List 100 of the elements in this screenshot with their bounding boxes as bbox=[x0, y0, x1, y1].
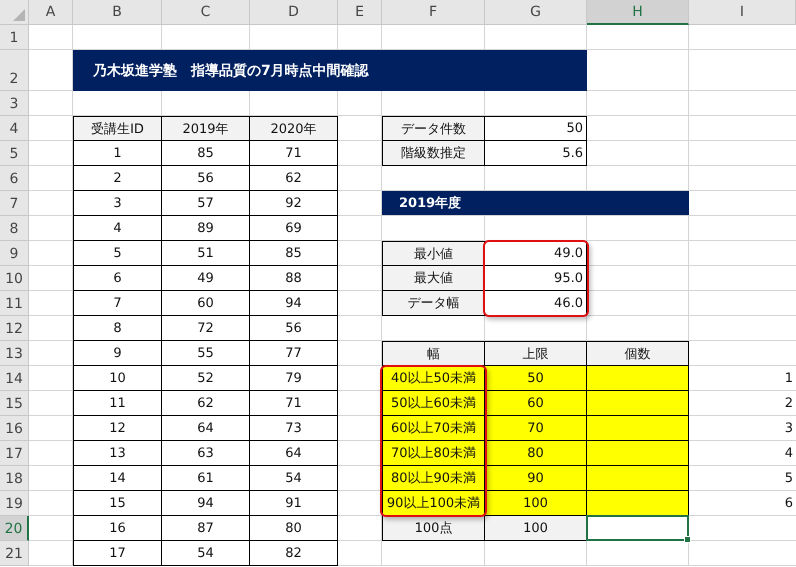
row-header[interactable]: 18 bbox=[0, 466, 29, 491]
column-header[interactable]: H bbox=[587, 0, 689, 25]
row-header[interactable]: 21 bbox=[0, 541, 29, 566]
column-header[interactable]: G bbox=[485, 0, 587, 25]
table-cell: 57 bbox=[162, 191, 250, 216]
table-cell: 79 bbox=[250, 366, 338, 391]
table-cell: 10 bbox=[73, 366, 162, 391]
table-cell: 49.0 bbox=[485, 241, 587, 266]
table-cell: 50 bbox=[485, 366, 587, 391]
section-banner: 2019年度 bbox=[382, 191, 689, 215]
table-cell: 17 bbox=[73, 541, 162, 566]
row-label: 階級数推定 bbox=[382, 141, 485, 166]
table-cell: 94 bbox=[162, 491, 250, 516]
table-cell: 12 bbox=[73, 416, 162, 441]
row-header[interactable]: 4 bbox=[0, 116, 29, 141]
table-cell: 13 bbox=[73, 441, 162, 466]
table-cell: 87 bbox=[162, 516, 250, 541]
cell-value: 2 bbox=[784, 395, 794, 413]
table-cell: 100 bbox=[485, 516, 587, 541]
cell-value: 3 bbox=[784, 420, 794, 438]
table-cell: 90 bbox=[485, 466, 587, 491]
table-cell: 55 bbox=[162, 341, 250, 366]
row-header[interactable]: 3 bbox=[0, 91, 29, 116]
column-header[interactable]: A bbox=[29, 0, 73, 25]
row-header[interactable]: 5 bbox=[0, 141, 29, 166]
row-label: 最小値 bbox=[382, 241, 485, 266]
table-cell: 88 bbox=[250, 266, 338, 291]
table-cell: 1 bbox=[73, 141, 162, 166]
table-cell: 56 bbox=[162, 166, 250, 191]
row-header[interactable]: 13 bbox=[0, 341, 29, 366]
cell-value: 1 bbox=[784, 370, 794, 388]
row-header[interactable]: 14 bbox=[0, 366, 29, 391]
table-cell: 64 bbox=[250, 441, 338, 466]
table-cell: 100点 bbox=[382, 516, 485, 541]
table-cell: 16 bbox=[73, 516, 162, 541]
column-header[interactable]: D bbox=[250, 0, 338, 25]
table-cell: 89 bbox=[162, 216, 250, 241]
table-cell: 70以上80未満 bbox=[382, 441, 485, 466]
column-header[interactable]: E bbox=[338, 0, 382, 25]
table-cell: 85 bbox=[162, 141, 250, 166]
table-cell: 54 bbox=[250, 466, 338, 491]
row-header[interactable]: 20 bbox=[0, 516, 29, 541]
table-cell: 94 bbox=[250, 291, 338, 316]
table-cell: 8 bbox=[73, 316, 162, 341]
column-header[interactable]: C bbox=[162, 0, 250, 25]
table-cell: 50以上60未満 bbox=[382, 391, 485, 416]
table-cell: 82 bbox=[250, 541, 338, 566]
table-cell: 73 bbox=[250, 416, 338, 441]
table-cell: 6 bbox=[73, 266, 162, 291]
table-cell: 14 bbox=[73, 466, 162, 491]
row-header[interactable]: 2 bbox=[0, 50, 29, 91]
table-cell: 85 bbox=[250, 241, 338, 266]
table-cell: 69 bbox=[250, 216, 338, 241]
table-cell: 60 bbox=[485, 391, 587, 416]
row-header[interactable]: 8 bbox=[0, 216, 29, 241]
row-header[interactable]: 7 bbox=[0, 191, 29, 216]
row-header[interactable]: 1 bbox=[0, 25, 29, 50]
table-cell: 80 bbox=[485, 441, 587, 466]
table-cell: 2 bbox=[73, 166, 162, 191]
row-header[interactable]: 9 bbox=[0, 241, 29, 266]
column-header[interactable]: F bbox=[382, 0, 485, 25]
table-cell: 61 bbox=[162, 466, 250, 491]
table-cell: 80以上90未満 bbox=[382, 466, 485, 491]
table-cell: 70 bbox=[485, 416, 587, 441]
cell-selection[interactable] bbox=[586, 515, 689, 541]
table-cell: 77 bbox=[250, 341, 338, 366]
column-heading: 受講生ID bbox=[73, 116, 162, 141]
column-heading: 上限 bbox=[485, 341, 587, 366]
column-heading: 個数 bbox=[587, 341, 689, 366]
row-label: 最大値 bbox=[382, 266, 485, 291]
row-header[interactable]: 15 bbox=[0, 391, 29, 416]
table-cell: 49 bbox=[162, 266, 250, 291]
row-header[interactable]: 10 bbox=[0, 266, 29, 291]
table-cell: 91 bbox=[250, 491, 338, 516]
column-header[interactable]: B bbox=[73, 0, 162, 25]
row-header[interactable]: 17 bbox=[0, 441, 29, 466]
row-header[interactable]: 6 bbox=[0, 166, 29, 191]
table-cell: 40以上50未満 bbox=[382, 366, 485, 391]
cell-value: 5 bbox=[784, 470, 794, 488]
row-header[interactable]: 16 bbox=[0, 416, 29, 441]
cell-value: 4 bbox=[784, 445, 794, 463]
table-cell: 60 bbox=[162, 291, 250, 316]
column-heading: 2020年 bbox=[250, 116, 338, 141]
table-cell: 15 bbox=[73, 491, 162, 516]
row-label: データ件数 bbox=[382, 116, 485, 141]
title-banner: 乃木坂進学塾 指導品質の7月時点中間確認 bbox=[73, 50, 587, 91]
table-cell: 62 bbox=[162, 391, 250, 416]
row-header[interactable]: 12 bbox=[0, 316, 29, 341]
column-heading: 幅 bbox=[382, 341, 485, 366]
table-cell: 52 bbox=[162, 366, 250, 391]
column-header[interactable]: I bbox=[689, 0, 796, 25]
table-cell: 5 bbox=[73, 241, 162, 266]
table-cell: 72 bbox=[162, 316, 250, 341]
table-cell: 5.6 bbox=[485, 141, 587, 166]
row-header[interactable]: 19 bbox=[0, 491, 29, 516]
row-header[interactable]: 11 bbox=[0, 291, 29, 316]
table-cell: 11 bbox=[73, 391, 162, 416]
table-cell: 71 bbox=[250, 391, 338, 416]
cell-value: 6 bbox=[784, 495, 794, 513]
table-cell: 4 bbox=[73, 216, 162, 241]
